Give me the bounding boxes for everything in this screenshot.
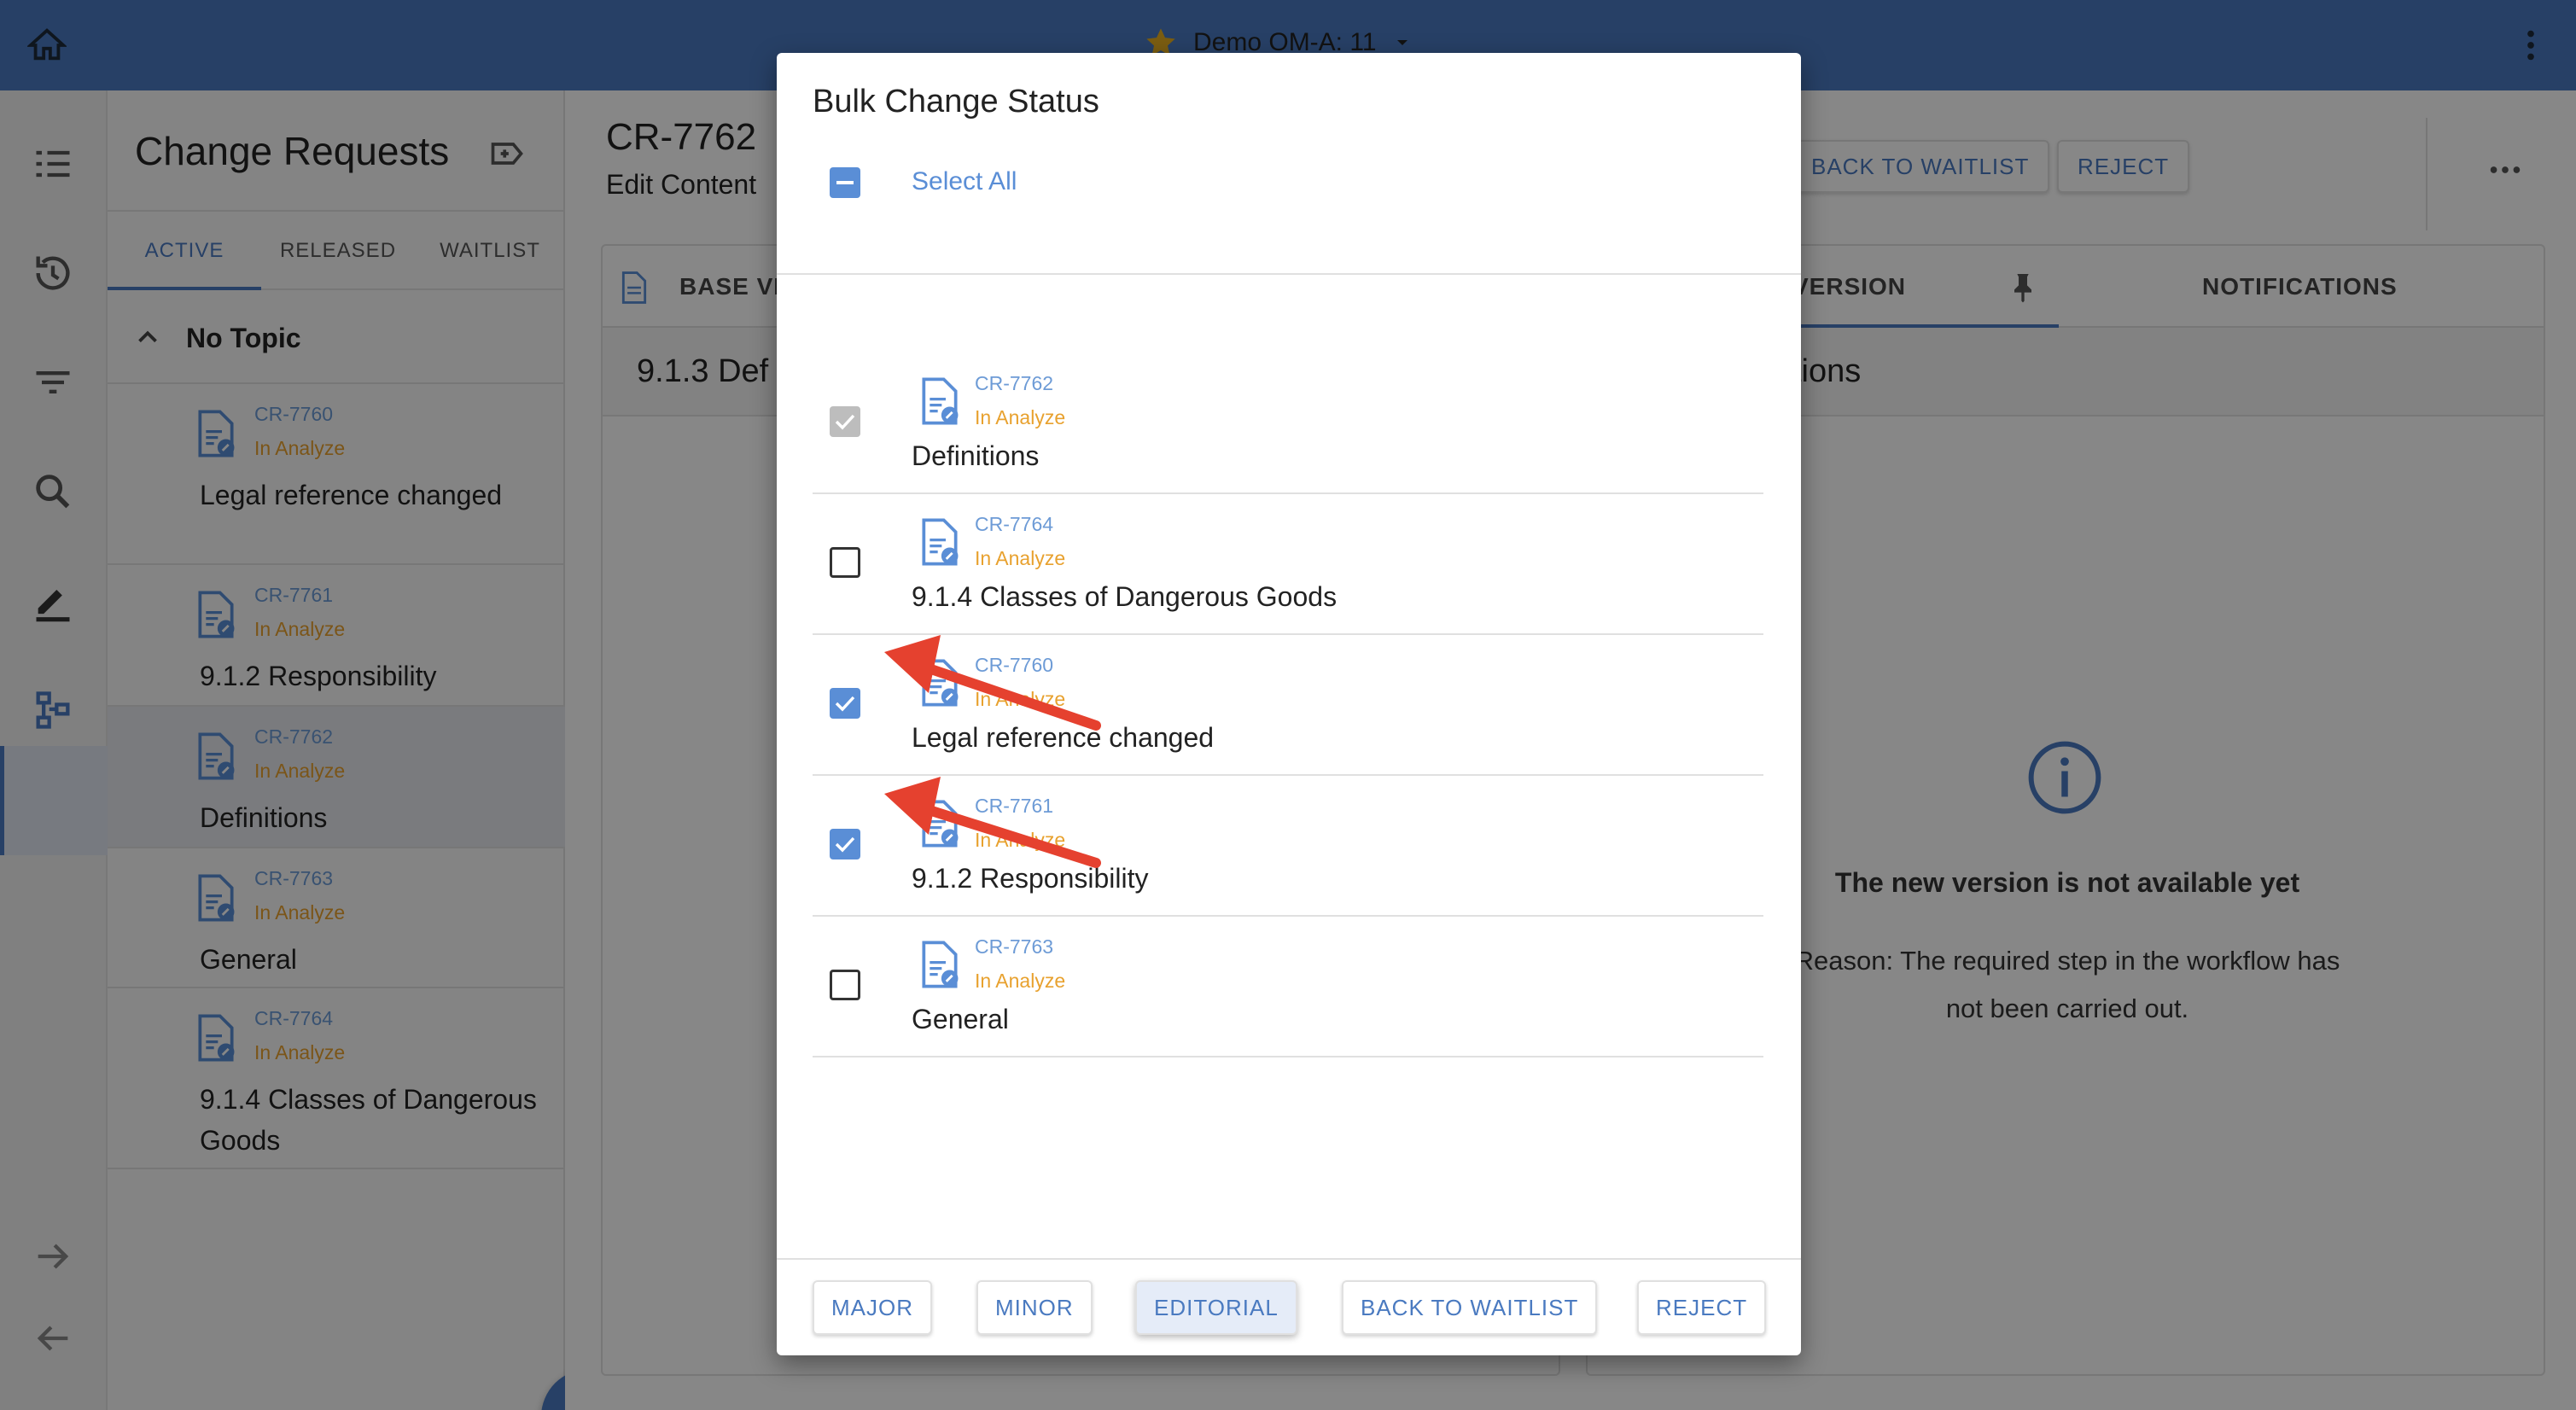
divider bbox=[777, 273, 1801, 275]
cr-id: CR-7760 bbox=[975, 654, 1054, 676]
bulk-change-status-dialog: Bulk Change Status Select All CR-7762 In… bbox=[777, 53, 1801, 1355]
cr-name: Definitions bbox=[912, 440, 1040, 471]
dialog-row: CR-7760 In Analyze Legal reference chang… bbox=[813, 635, 1763, 776]
cr-status: In Analyze bbox=[975, 406, 1066, 428]
document-icon bbox=[922, 941, 959, 988]
cr-status: In Analyze bbox=[975, 829, 1066, 851]
cr-name: General bbox=[912, 1004, 1009, 1034]
editorial-button[interactable]: EDITORIAL bbox=[1135, 1280, 1297, 1335]
cr-id: CR-7762 bbox=[975, 372, 1054, 394]
cr-status: In Analyze bbox=[975, 688, 1066, 710]
document-icon bbox=[922, 800, 959, 848]
row-checkbox[interactable] bbox=[830, 547, 860, 578]
dialog-row: CR-7764 In Analyze 9.1.4 Classes of Dang… bbox=[813, 494, 1763, 635]
cr-name: 9.1.4 Classes of Dangerous Goods bbox=[912, 581, 1338, 612]
back-to-waitlist-button[interactable]: BACK TO WAITLIST bbox=[1342, 1280, 1598, 1335]
dialog-title: Bulk Change Status bbox=[813, 84, 1099, 119]
document-icon bbox=[922, 377, 959, 425]
dialog-row: CR-7762 In Analyze Definitions bbox=[813, 353, 1763, 494]
cr-name: Legal reference changed bbox=[912, 722, 1215, 753]
cr-name: 9.1.2 Responsibility bbox=[912, 863, 1149, 894]
select-all-checkbox[interactable] bbox=[830, 167, 860, 198]
cr-status: In Analyze bbox=[975, 970, 1066, 992]
select-all-label[interactable]: Select All bbox=[912, 167, 1017, 196]
minor-button[interactable]: MINOR bbox=[976, 1280, 1093, 1335]
document-icon bbox=[922, 518, 959, 566]
dialog-row: CR-7761 In Analyze 9.1.2 Responsibility bbox=[813, 776, 1763, 917]
cr-status: In Analyze bbox=[975, 547, 1066, 569]
row-checkbox[interactable] bbox=[830, 829, 860, 859]
cr-id: CR-7764 bbox=[975, 513, 1054, 535]
dialog-row: CR-7763 In Analyze General bbox=[813, 917, 1763, 1058]
dialog-actions: MAJOR MINOR EDITORIAL BACK TO WAITLIST R… bbox=[777, 1258, 1801, 1355]
cr-id: CR-7763 bbox=[975, 935, 1054, 958]
reject-button[interactable]: REJECT bbox=[1637, 1280, 1767, 1335]
major-button[interactable]: MAJOR bbox=[813, 1280, 932, 1335]
row-checkbox[interactable] bbox=[830, 970, 860, 1000]
cr-id: CR-7761 bbox=[975, 795, 1054, 817]
document-icon bbox=[922, 659, 959, 707]
row-checkbox[interactable] bbox=[830, 688, 860, 719]
row-checkbox-disabled bbox=[830, 406, 860, 437]
